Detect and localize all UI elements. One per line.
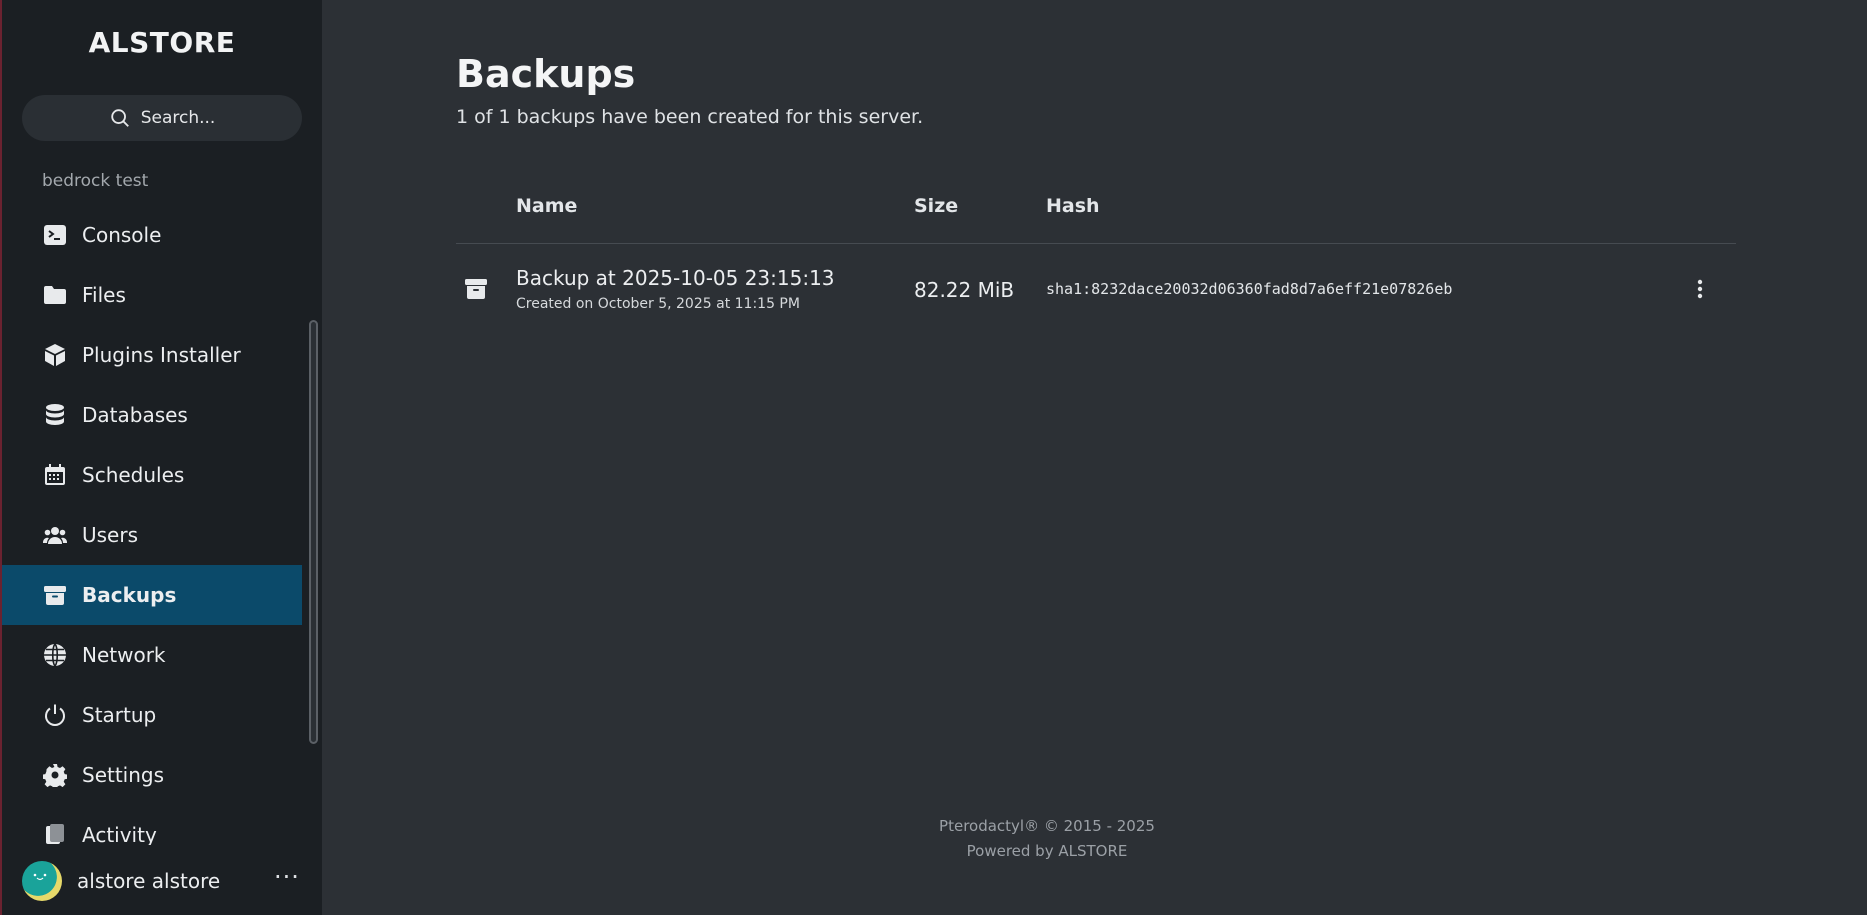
- footer-powered-by: Powered by ALSTORE: [966, 842, 1128, 860]
- activity-icon: [42, 822, 68, 845]
- sidebar-item-network[interactable]: Network: [2, 625, 302, 685]
- archive-icon: [465, 279, 487, 299]
- cube-icon: [42, 342, 68, 368]
- server-name: bedrock test: [42, 171, 149, 191]
- sidebar-item-label: Network: [82, 643, 166, 667]
- folder-icon: [42, 282, 68, 308]
- sidebar-item-label: Backups: [82, 583, 177, 607]
- sidebar-item-files[interactable]: Files: [2, 265, 302, 325]
- brand-logo[interactable]: ALSTORE: [2, 26, 322, 59]
- sidebar-item-activity[interactable]: Activity: [2, 805, 302, 845]
- page-title: Backups: [456, 52, 636, 96]
- backup-name: Backup at 2025-10-05 23:15:13: [516, 266, 835, 290]
- search-input[interactable]: Search...: [22, 95, 302, 141]
- sidebar-item-label: Databases: [82, 403, 188, 427]
- sidebar-item-label: Users: [82, 523, 139, 547]
- page-subtitle: 1 of 1 backups have been created for thi…: [456, 106, 924, 128]
- sidebar-item-label: Plugins Installer: [82, 343, 241, 367]
- avatar[interactable]: [22, 861, 62, 901]
- backup-size: 82.22 MiB: [914, 278, 1015, 302]
- more-options-icon[interactable]: [1688, 274, 1712, 304]
- backup-created: Created on October 5, 2025 at 11:15 PM: [516, 296, 800, 312]
- user-bar: alstore alstore ···: [2, 845, 322, 915]
- search-placeholder: Search...: [140, 108, 216, 128]
- database-icon: [42, 402, 68, 428]
- sidebar-item-label: Console: [82, 223, 162, 247]
- users-icon: [42, 522, 68, 548]
- column-header-size: Size: [914, 195, 959, 217]
- sidebar-item-databases[interactable]: Databases: [2, 385, 302, 445]
- main-content: Backups 1 of 1 backups have been created…: [322, 0, 1867, 915]
- table-row[interactable]: Backup at 2025-10-05 23:15:13 Created on…: [456, 248, 1736, 324]
- sidebar-item-plugins-installer[interactable]: Plugins Installer: [2, 325, 302, 385]
- table-header: Name Size Hash: [456, 190, 1736, 244]
- user-menu-button[interactable]: ···: [274, 863, 300, 891]
- sidebar-item-schedules[interactable]: Schedules: [2, 445, 302, 505]
- sidebar-item-backups[interactable]: Backups: [2, 565, 302, 625]
- sidebar-scrollbar[interactable]: [309, 320, 318, 744]
- gear-icon: [42, 762, 68, 788]
- search-icon: [110, 109, 129, 127]
- sidebar-item-settings[interactable]: Settings: [2, 745, 302, 805]
- sidebar-item-label: Schedules: [82, 463, 185, 487]
- globe-icon: [42, 642, 68, 668]
- footer: Pterodactyl® © 2015 - 2025 Powered by AL…: [322, 814, 1772, 864]
- sidebar-nav: Console Files Plugins Installer Database…: [2, 205, 302, 845]
- sidebar-item-console[interactable]: Console: [2, 205, 302, 265]
- archive-icon: [42, 582, 68, 608]
- sidebar-item-label: Startup: [82, 703, 157, 727]
- sidebar-item-startup[interactable]: Startup: [2, 685, 302, 745]
- terminal-icon: [42, 222, 68, 248]
- footer-copyright: Pterodactyl® © 2015 - 2025: [939, 817, 1155, 835]
- sidebar-item-users[interactable]: Users: [2, 505, 302, 565]
- sidebar-item-label: Settings: [82, 763, 165, 787]
- backup-hash: sha1:8232dace20032d06360fad8d7a6eff21e07…: [1046, 280, 1453, 298]
- column-header-name: Name: [516, 195, 578, 217]
- sidebar-item-label: Activity: [82, 823, 157, 845]
- calendar-icon: [42, 462, 68, 488]
- power-icon: [42, 702, 68, 728]
- sidebar-item-label: Files: [82, 283, 126, 307]
- sidebar: ALSTORE Search... bedrock test Console F…: [2, 0, 322, 915]
- column-header-hash: Hash: [1046, 195, 1100, 217]
- user-name: alstore alstore: [77, 869, 221, 893]
